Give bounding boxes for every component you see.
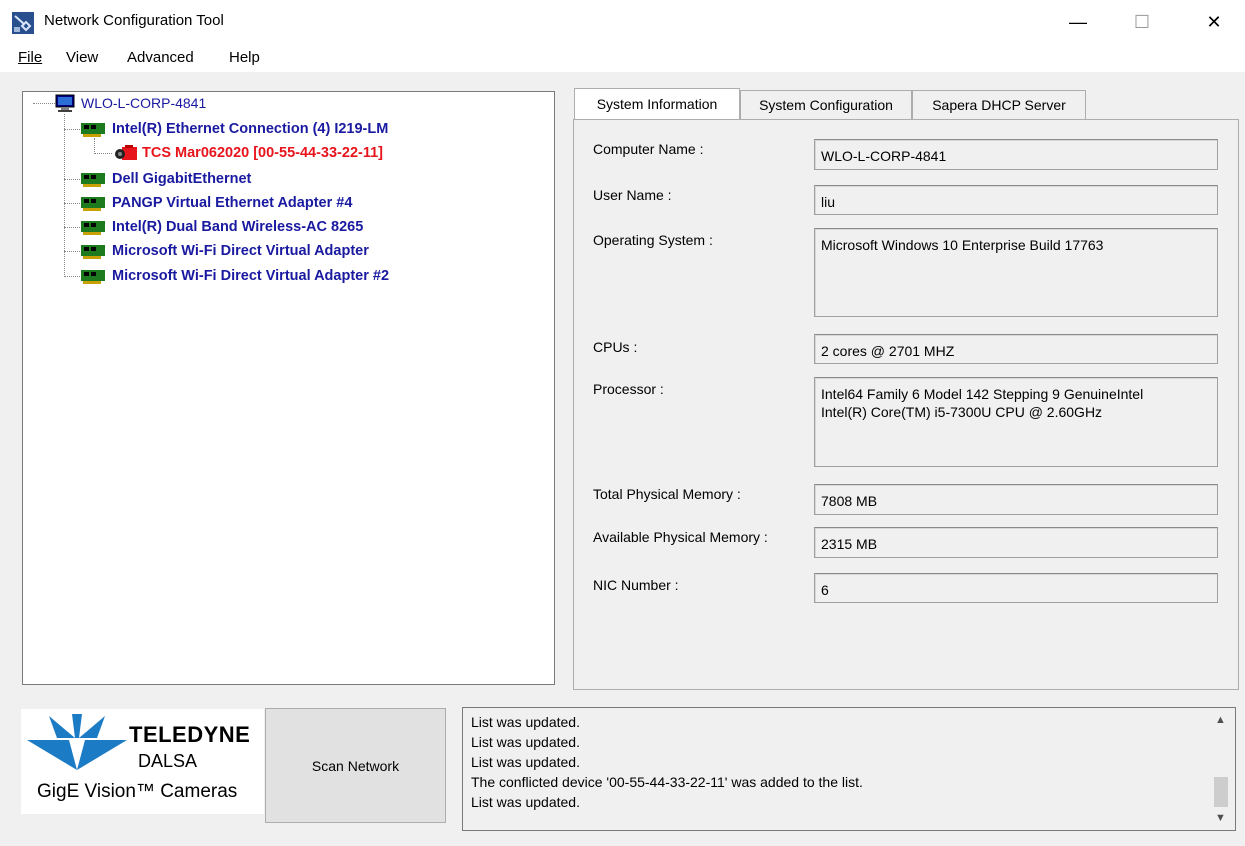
- network-card-icon: [81, 221, 105, 235]
- maximize-button[interactable]: ☐: [1114, 0, 1170, 44]
- tree-item-device-label: TCS Mar062020 [00-55-44-33-22-11]: [142, 145, 383, 161]
- computer-name-label: Computer Name :: [593, 141, 704, 157]
- tree-item-nic[interactable]: PANGP Virtual Ethernet Adapter #4: [80, 193, 352, 213]
- available-memory-field: 2315 MB: [814, 527, 1218, 558]
- tree-item-nic-label: Dell GigabitEthernet: [112, 171, 252, 187]
- log-output[interactable]: List was updated. List was updated. List…: [462, 707, 1236, 831]
- cpus-field: 2 cores @ 2701 MHZ: [814, 334, 1218, 364]
- network-tool-icon: [12, 12, 34, 34]
- scroll-up-icon[interactable]: ▲: [1215, 714, 1226, 726]
- menu-help-label: Help: [229, 49, 260, 66]
- operating-system-label: Operating System :: [593, 232, 713, 248]
- minimize-button[interactable]: —: [1050, 0, 1106, 44]
- tree-item-computer[interactable]: WLO-L-CORP-4841: [55, 93, 206, 113]
- menu-file-label: File: [18, 49, 43, 66]
- tree-item-computer-label: WLO-L-CORP-4841: [81, 95, 207, 111]
- menu-bar: File View Advanced Help: [0, 44, 1245, 72]
- processor-label: Processor :: [593, 381, 664, 397]
- processor-field: Intel64 Family 6 Model 142 Stepping 9 Ge…: [814, 377, 1218, 467]
- teledyne-dalsa-logo: TELEDYNE DALSA GigE Vision™ Cameras: [21, 709, 264, 814]
- user-name-field: liu: [814, 185, 1218, 215]
- network-card-icon: [81, 197, 105, 211]
- tree-item-nic-label: PANGP Virtual Ethernet Adapter #4: [112, 195, 353, 211]
- tree-item-nic-label: Intel(R) Dual Band Wireless-AC 8265: [112, 219, 364, 235]
- network-card-icon: [81, 245, 105, 259]
- system-information-panel: Computer Name : WLO-L-CORP-4841 User Nam…: [573, 119, 1239, 690]
- tree-item-nic-label: Intel(R) Ethernet Connection (4) I219-LM: [112, 121, 389, 137]
- menu-advanced-label: Advanced: [127, 49, 194, 66]
- logo-brand: TELEDYNE: [129, 722, 251, 747]
- tab-system-configuration[interactable]: System Configuration: [740, 90, 912, 119]
- network-card-icon: [81, 173, 105, 187]
- computer-icon: [55, 94, 75, 112]
- log-line: The conflicted device '00-55-44-33-22-11…: [471, 774, 863, 790]
- menu-advanced[interactable]: Advanced: [127, 49, 194, 66]
- title-bar: Network Configuration Tool — ☐ ✕: [0, 0, 1245, 44]
- tree-item-nic-label: Microsoft Wi-Fi Direct Virtual Adapter: [112, 243, 369, 259]
- log-text: List was updated. List was updated. List…: [471, 712, 863, 812]
- tree-item-nic[interactable]: Dell GigabitEthernet: [80, 169, 251, 189]
- scroll-thumb[interactable]: [1214, 777, 1228, 807]
- tree-item-nic[interactable]: Microsoft Wi-Fi Direct Virtual Adapter #…: [80, 266, 389, 286]
- menu-view[interactable]: View: [66, 49, 98, 66]
- nic-number-field: 6: [814, 573, 1218, 603]
- total-memory-label: Total Physical Memory :: [593, 486, 741, 502]
- menu-view-label: View: [66, 49, 99, 66]
- log-line: List was updated.: [471, 754, 580, 770]
- operating-system-field: Microsoft Windows 10 Enterprise Build 17…: [814, 228, 1218, 317]
- cpus-label: CPUs :: [593, 339, 638, 355]
- log-scrollbar[interactable]: ▲ ▼: [1208, 708, 1235, 830]
- log-line: List was updated.: [471, 734, 580, 750]
- logo-sub: DALSA: [138, 751, 198, 771]
- tab-system-information[interactable]: System Information: [574, 88, 740, 119]
- network-card-icon: [81, 123, 105, 137]
- total-memory-field: 7808 MB: [814, 484, 1218, 515]
- logo-tagline: GigE Vision™ Cameras: [37, 781, 238, 802]
- tree-item-nic[interactable]: Intel(R) Ethernet Connection (4) I219-LM: [80, 119, 388, 139]
- scroll-down-icon[interactable]: ▼: [1215, 812, 1226, 824]
- computer-name-field: WLO-L-CORP-4841: [814, 139, 1218, 170]
- log-line: List was updated.: [471, 794, 580, 810]
- menu-file[interactable]: File: [18, 49, 42, 66]
- log-line: List was updated.: [471, 714, 580, 730]
- tree-item-nic[interactable]: Microsoft Wi-Fi Direct Virtual Adapter: [80, 241, 369, 261]
- close-button[interactable]: ✕: [1186, 0, 1242, 44]
- user-name-label: User Name :: [593, 187, 672, 203]
- network-tree[interactable]: WLO-L-CORP-4841 Intel(R) Ethernet Connec…: [22, 91, 555, 685]
- window-title: Network Configuration Tool: [44, 12, 224, 29]
- nic-number-label: NIC Number :: [593, 577, 679, 593]
- tree-item-nic-label: Microsoft Wi-Fi Direct Virtual Adapter #…: [112, 268, 390, 284]
- teledyne-wing-icon: [27, 714, 127, 770]
- tree-item-device[interactable]: TCS Mar062020 [00-55-44-33-22-11]: [112, 143, 383, 163]
- menu-help[interactable]: Help: [229, 49, 260, 66]
- tab-sapera-dhcp-server[interactable]: Sapera DHCP Server: [912, 90, 1086, 119]
- scan-network-button[interactable]: Scan Network: [265, 708, 446, 823]
- tree-item-nic[interactable]: Intel(R) Dual Band Wireless-AC 8265: [80, 217, 363, 237]
- available-memory-label: Available Physical Memory :: [593, 529, 768, 545]
- network-card-icon: [81, 270, 105, 284]
- camera-conflict-icon: [115, 145, 137, 160]
